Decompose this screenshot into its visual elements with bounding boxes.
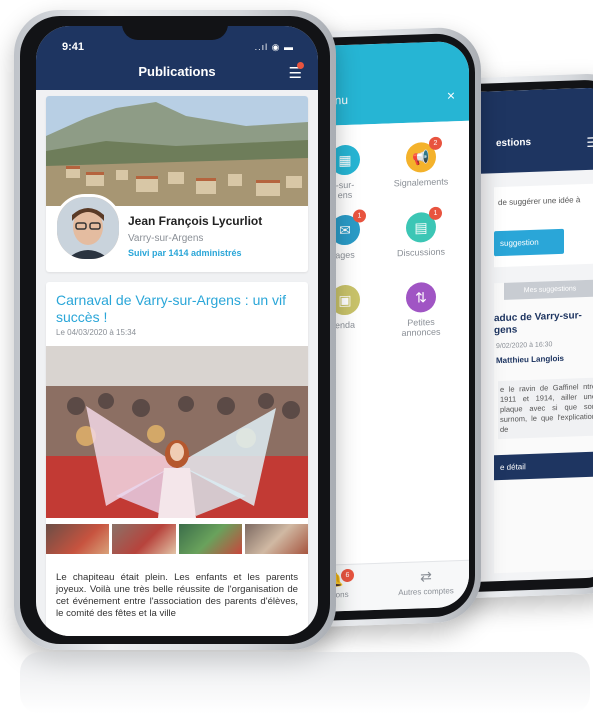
gallery-thumbnail[interactable] [46, 524, 110, 554]
menu-tile-discussions[interactable]: ▤ 1 Discussions [386, 206, 456, 258]
post-photo[interactable] [46, 346, 308, 518]
switch-accounts-icon: ⇄ [420, 567, 432, 585]
tile-badge: 2 [429, 136, 442, 151]
suggestions-title: estions [496, 136, 532, 150]
post-date: Le 04/03/2020 à 15:34 [56, 328, 137, 337]
phone-publications: 9:41 ..ıl ◉ ▬ Publications ☰ Jean Franço… [14, 10, 336, 650]
gallery-thumbnail[interactable] [244, 524, 308, 554]
village-photo [46, 96, 308, 206]
menu-tile-signalements[interactable]: 📢 2 Signalements [386, 136, 456, 188]
publications-screen: 9:41 ..ıl ◉ ▬ Publications ☰ Jean Franço… [36, 26, 318, 636]
megaphone-icon: 📢 2 [406, 136, 442, 173]
gallery-thumbnail[interactable] [178, 524, 242, 554]
avatar[interactable] [54, 194, 122, 262]
swap-icon: ⇅ [406, 281, 436, 313]
menu-tile-petites-annonces[interactable]: ⇅ Petites annonces [386, 281, 456, 338]
tile-badge: 1 [429, 206, 442, 221]
floor-reflection [20, 652, 590, 714]
tile-badge: 1 [353, 209, 366, 223]
gallery-thumbnail[interactable] [112, 524, 176, 554]
new-suggestion-button[interactable]: suggestion [494, 228, 564, 257]
profile-town: Varry-sur-Argens [128, 233, 204, 244]
suggestion-item-text: e le ravin de Gaffinel ntre 1911 et 1914… [498, 377, 593, 440]
profile-name: Jean François Lycurliot [128, 214, 263, 228]
footer-badge: 6 [341, 568, 354, 583]
footer-other-accounts[interactable]: ⇄ Autres comptes [386, 567, 466, 598]
tab-my-suggestions[interactable]: Mes suggestions [504, 279, 593, 300]
post-gallery [46, 524, 308, 554]
menu-icon[interactable]: ☰ [586, 135, 593, 151]
close-icon[interactable]: × [447, 87, 455, 103]
page-title: Publications [138, 64, 216, 79]
post-card[interactable]: Carnaval de Varry-sur-Argens : un vif su… [46, 282, 308, 636]
chat-icon: ▤ 1 [406, 206, 442, 243]
suggestion-intro-text: de suggérer une idée à [498, 195, 581, 208]
profile-card[interactable]: Jean François Lycurliot Varry-sur-Argens… [46, 96, 308, 272]
app-showcase: estions ☰ de suggérer une idée à suggest… [0, 0, 593, 714]
status-time: 9:41 [62, 41, 85, 53]
post-body: Le chapiteau était plein. Les enfants et… [56, 572, 298, 619]
suggestion-item-title[interactable]: aduc de Varry-sur- gens [494, 310, 593, 338]
status-icons: ..ıl ◉ ▬ [254, 42, 294, 52]
view-detail-button[interactable]: e détail [494, 451, 593, 481]
phone-notch [122, 16, 228, 40]
notification-dot [297, 62, 304, 69]
menu-tile-label: Petites annonces [401, 316, 441, 339]
post-title[interactable]: Carnaval de Varry-sur-Argens : un vif su… [56, 292, 296, 326]
footer-label: Autres comptes [398, 586, 454, 598]
profile-followers[interactable]: Suivi par 1414 administrés [128, 248, 242, 258]
